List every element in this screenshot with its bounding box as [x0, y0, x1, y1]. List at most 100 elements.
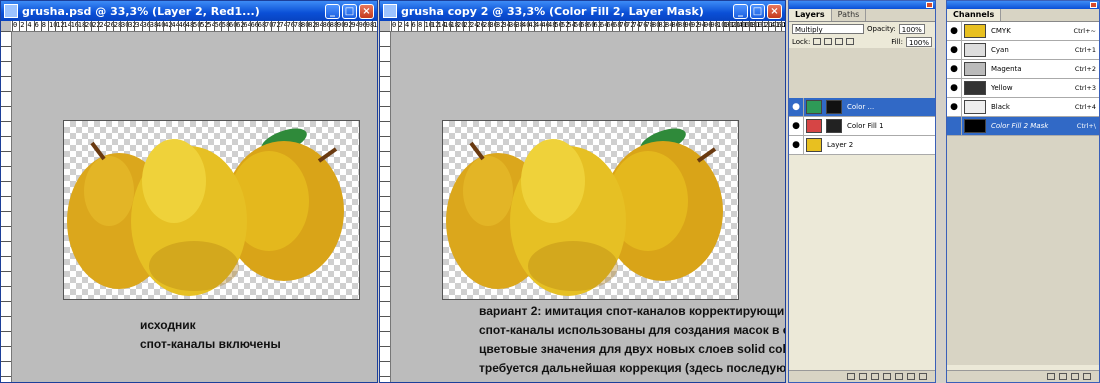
layer-row[interactable]: ● Color ... — [789, 98, 935, 117]
tab-layers[interactable]: Layers — [789, 9, 832, 21]
close-icon[interactable] — [1090, 2, 1097, 8]
add-mask-icon[interactable] — [871, 373, 879, 380]
channel-thumbnail — [964, 43, 986, 57]
maximize-button[interactable]: □ — [750, 3, 765, 19]
pears-image — [67, 128, 344, 296]
eye-icon[interactable]: ● — [947, 98, 962, 116]
ruler-tick — [1, 316, 11, 317]
link-icon[interactable] — [847, 373, 855, 380]
vertical-ruler[interactable] — [380, 31, 391, 382]
ruler-label: 2 — [398, 21, 403, 29]
ruler-tick — [1, 166, 11, 167]
document-window-copy[interactable]: grusha copy 2 @ 33,3% (Color Fill 2, Lay… — [379, 0, 786, 383]
channel-shortcut: Ctrl+\ — [1076, 122, 1096, 130]
channel-row[interactable]: ● Black Ctrl+4 — [947, 98, 1099, 117]
mask-thumbnail[interactable] — [826, 119, 842, 133]
pears-image — [446, 128, 723, 296]
ruler-tick — [380, 241, 390, 242]
panel-titlebar[interactable] — [947, 1, 1099, 9]
blend-mode-select[interactable]: Multiply — [792, 23, 864, 34]
tab-paths[interactable]: Paths — [832, 9, 867, 21]
load-selection-icon[interactable] — [1047, 373, 1055, 380]
new-channel-icon[interactable] — [1071, 373, 1079, 380]
close-icon[interactable] — [926, 2, 933, 8]
channel-row[interactable]: ● CMYK Ctrl+~ — [947, 22, 1099, 41]
close-button[interactable]: × — [767, 3, 782, 19]
ruler-tick — [1, 301, 11, 302]
lock-all-icon[interactable] — [846, 38, 855, 45]
adjustment-layer-icon[interactable] — [883, 373, 891, 380]
fill-field[interactable]: 100% — [905, 36, 932, 47]
opacity-field[interactable]: 100% — [898, 23, 925, 34]
lock-transparency-icon[interactable] — [813, 38, 822, 45]
caption-line: требуется дальнейшая коррекция (здесь по… — [479, 361, 786, 375]
ruler-tick — [1, 61, 11, 62]
layer-row[interactable]: ● Color Fill 1 — [789, 117, 935, 136]
ruler-tick — [1, 256, 11, 257]
eye-icon[interactable]: ● — [947, 41, 962, 59]
trash-icon[interactable] — [919, 373, 927, 380]
mask-thumbnail[interactable] — [826, 100, 842, 114]
horizontal-ruler[interactable]: 0 2 4 6 8 10 12 14 16 18 20 22 24 26 28 30 32 34 36 38 40 42 4… — [11, 21, 377, 32]
ruler-tick — [380, 31, 390, 32]
layer-thumbnail — [806, 100, 822, 114]
close-button[interactable]: × — [359, 3, 374, 19]
channel-row[interactable]: Color Fill 2 Mask Ctrl+\ — [947, 117, 1099, 136]
ruler-label: 8 — [41, 21, 47, 29]
document-canvas[interactable]: исходник спот-каналы включены — [12, 32, 377, 382]
caption-line: спот-каналы включены — [140, 337, 281, 351]
ruler-tick — [380, 376, 390, 377]
ruler-tick — [380, 166, 390, 167]
document-canvas[interactable]: вариант 2: имитация спот-каналов коррект… — [391, 32, 785, 382]
minimize-button[interactable]: _ — [733, 3, 748, 19]
eye-icon[interactable]: ● — [789, 136, 804, 154]
lock-label: Lock: — [792, 37, 811, 46]
layers-panel[interactable]: Layers Paths Multiply Opacity: 100% Lock… — [788, 0, 936, 383]
channel-shortcut: Ctrl+~ — [1073, 27, 1096, 35]
fill-label: Fill: — [891, 37, 903, 46]
ruler-label: 8 — [418, 21, 423, 29]
layer-style-icon[interactable] — [859, 373, 867, 380]
channel-row[interactable]: ● Cyan Ctrl+1 — [947, 41, 1099, 60]
ruler-tick — [1, 151, 11, 152]
window-titlebar[interactable]: grusha.psd @ 33,3% (Layer 2, Red1...) _ … — [1, 1, 377, 21]
minimize-button[interactable]: _ — [325, 3, 340, 19]
lock-paint-icon[interactable] — [824, 38, 833, 45]
channel-row[interactable]: ● Magenta Ctrl+2 — [947, 60, 1099, 79]
maximize-button[interactable]: □ — [342, 3, 357, 19]
eye-icon[interactable]: ● — [947, 79, 962, 97]
panel-titlebar[interactable] — [789, 1, 935, 9]
window-titlebar[interactable]: grusha copy 2 @ 33,3% (Color Fill 2, Lay… — [380, 1, 785, 21]
ruler-tick — [1, 76, 11, 77]
eye-icon[interactable] — [947, 117, 962, 135]
horizontal-ruler[interactable]: 0 2 4 6 8 10 12 14 16 18 20 22 24 26 28 30 32 34 36 38 40 42 4… — [390, 21, 785, 32]
caption-line: спот-каналы использованы для создания ма… — [479, 323, 785, 337]
new-group-icon[interactable] — [895, 373, 903, 380]
eye-icon[interactable]: ● — [789, 98, 804, 116]
ruler-tick — [1, 271, 11, 272]
channel-row[interactable]: ● Yellow Ctrl+3 — [947, 79, 1099, 98]
document-window-original[interactable]: grusha.psd @ 33,3% (Layer 2, Red1...) _ … — [0, 0, 378, 383]
tab-channels[interactable]: Channels — [947, 9, 1002, 21]
vertical-ruler[interactable] — [1, 31, 12, 382]
ruler-tick — [380, 76, 390, 77]
eye-icon[interactable]: ● — [947, 22, 962, 40]
ruler-tick — [380, 301, 390, 302]
layer-row[interactable]: ● Layer 2 — [789, 136, 935, 155]
trash-icon[interactable] — [1083, 373, 1091, 380]
ruler-tick — [1, 376, 11, 377]
ruler-tick — [380, 211, 390, 212]
eye-icon[interactable]: ● — [789, 117, 804, 135]
ruler-tick — [380, 181, 390, 182]
lock-move-icon[interactable] — [835, 38, 844, 45]
eye-icon[interactable]: ● — [947, 60, 962, 78]
save-selection-icon[interactable] — [1059, 373, 1067, 380]
channel-shortcut: Ctrl+2 — [1074, 65, 1096, 73]
channel-name: Yellow — [991, 84, 1013, 92]
ruler-tick — [380, 46, 390, 47]
new-layer-icon[interactable] — [907, 373, 915, 380]
channels-panel[interactable]: Channels ● CMYK Ctrl+~ ● Cyan Ctrl+1 ● M… — [946, 0, 1100, 383]
layers-bottom-toolbar — [789, 370, 935, 382]
layers-list: ● Color ... ● Color Fill 1 ● Layer 2 — [789, 98, 935, 155]
caption-variant: вариант 2: имитация спот-каналов коррект… — [479, 302, 786, 378]
